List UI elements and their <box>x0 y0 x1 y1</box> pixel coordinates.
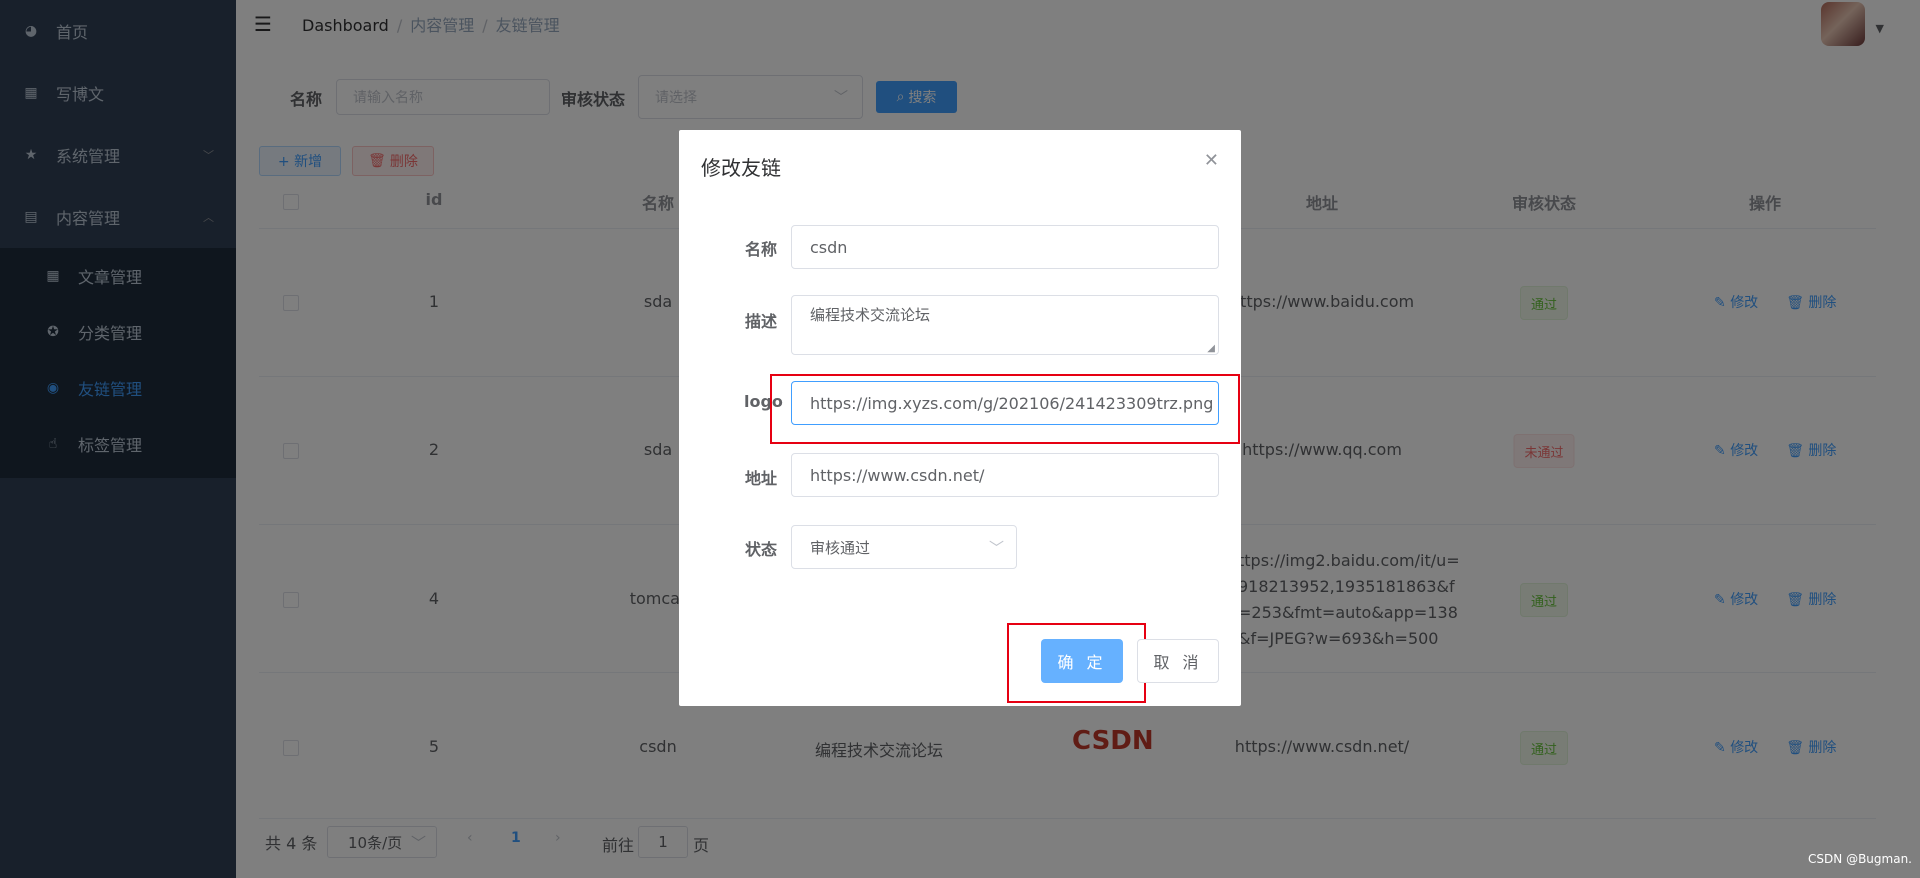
status-field-label: 状态 <box>745 540 778 559</box>
status-select[interactable]: 审核通过 ﹀ <box>791 525 1017 569</box>
description-textarea[interactable]: 编程技术交流论坛 ◢ <box>791 295 1219 355</box>
resize-handle-icon[interactable]: ◢ <box>1207 343 1215 354</box>
url-field[interactable]: https://www.csdn.net/ <box>791 453 1219 497</box>
description-value: 编程技术交流论坛 <box>810 306 931 324</box>
edit-link-dialog: 修改友链 ✕ 名称 csdn 描述 编程技术交流论坛 ◢ logo https:… <box>679 130 1241 706</box>
close-icon[interactable]: ✕ <box>1204 150 1219 171</box>
name-field-label: 名称 <box>745 240 778 259</box>
cancel-button[interactable]: 取 消 <box>1137 639 1219 683</box>
name-field[interactable]: csdn <box>791 225 1219 269</box>
highlight-box <box>770 374 1240 444</box>
dialog-title: 修改友链 <box>701 156 781 180</box>
highlight-box <box>1007 623 1146 703</box>
description-field-label: 描述 <box>745 312 778 331</box>
url-field-label: 地址 <box>745 469 778 488</box>
status-select-value: 审核通过 <box>810 538 871 557</box>
chevron-down-icon: ﹀ <box>988 538 1004 557</box>
watermark: CSDN @Bugman. <box>1808 852 1912 866</box>
